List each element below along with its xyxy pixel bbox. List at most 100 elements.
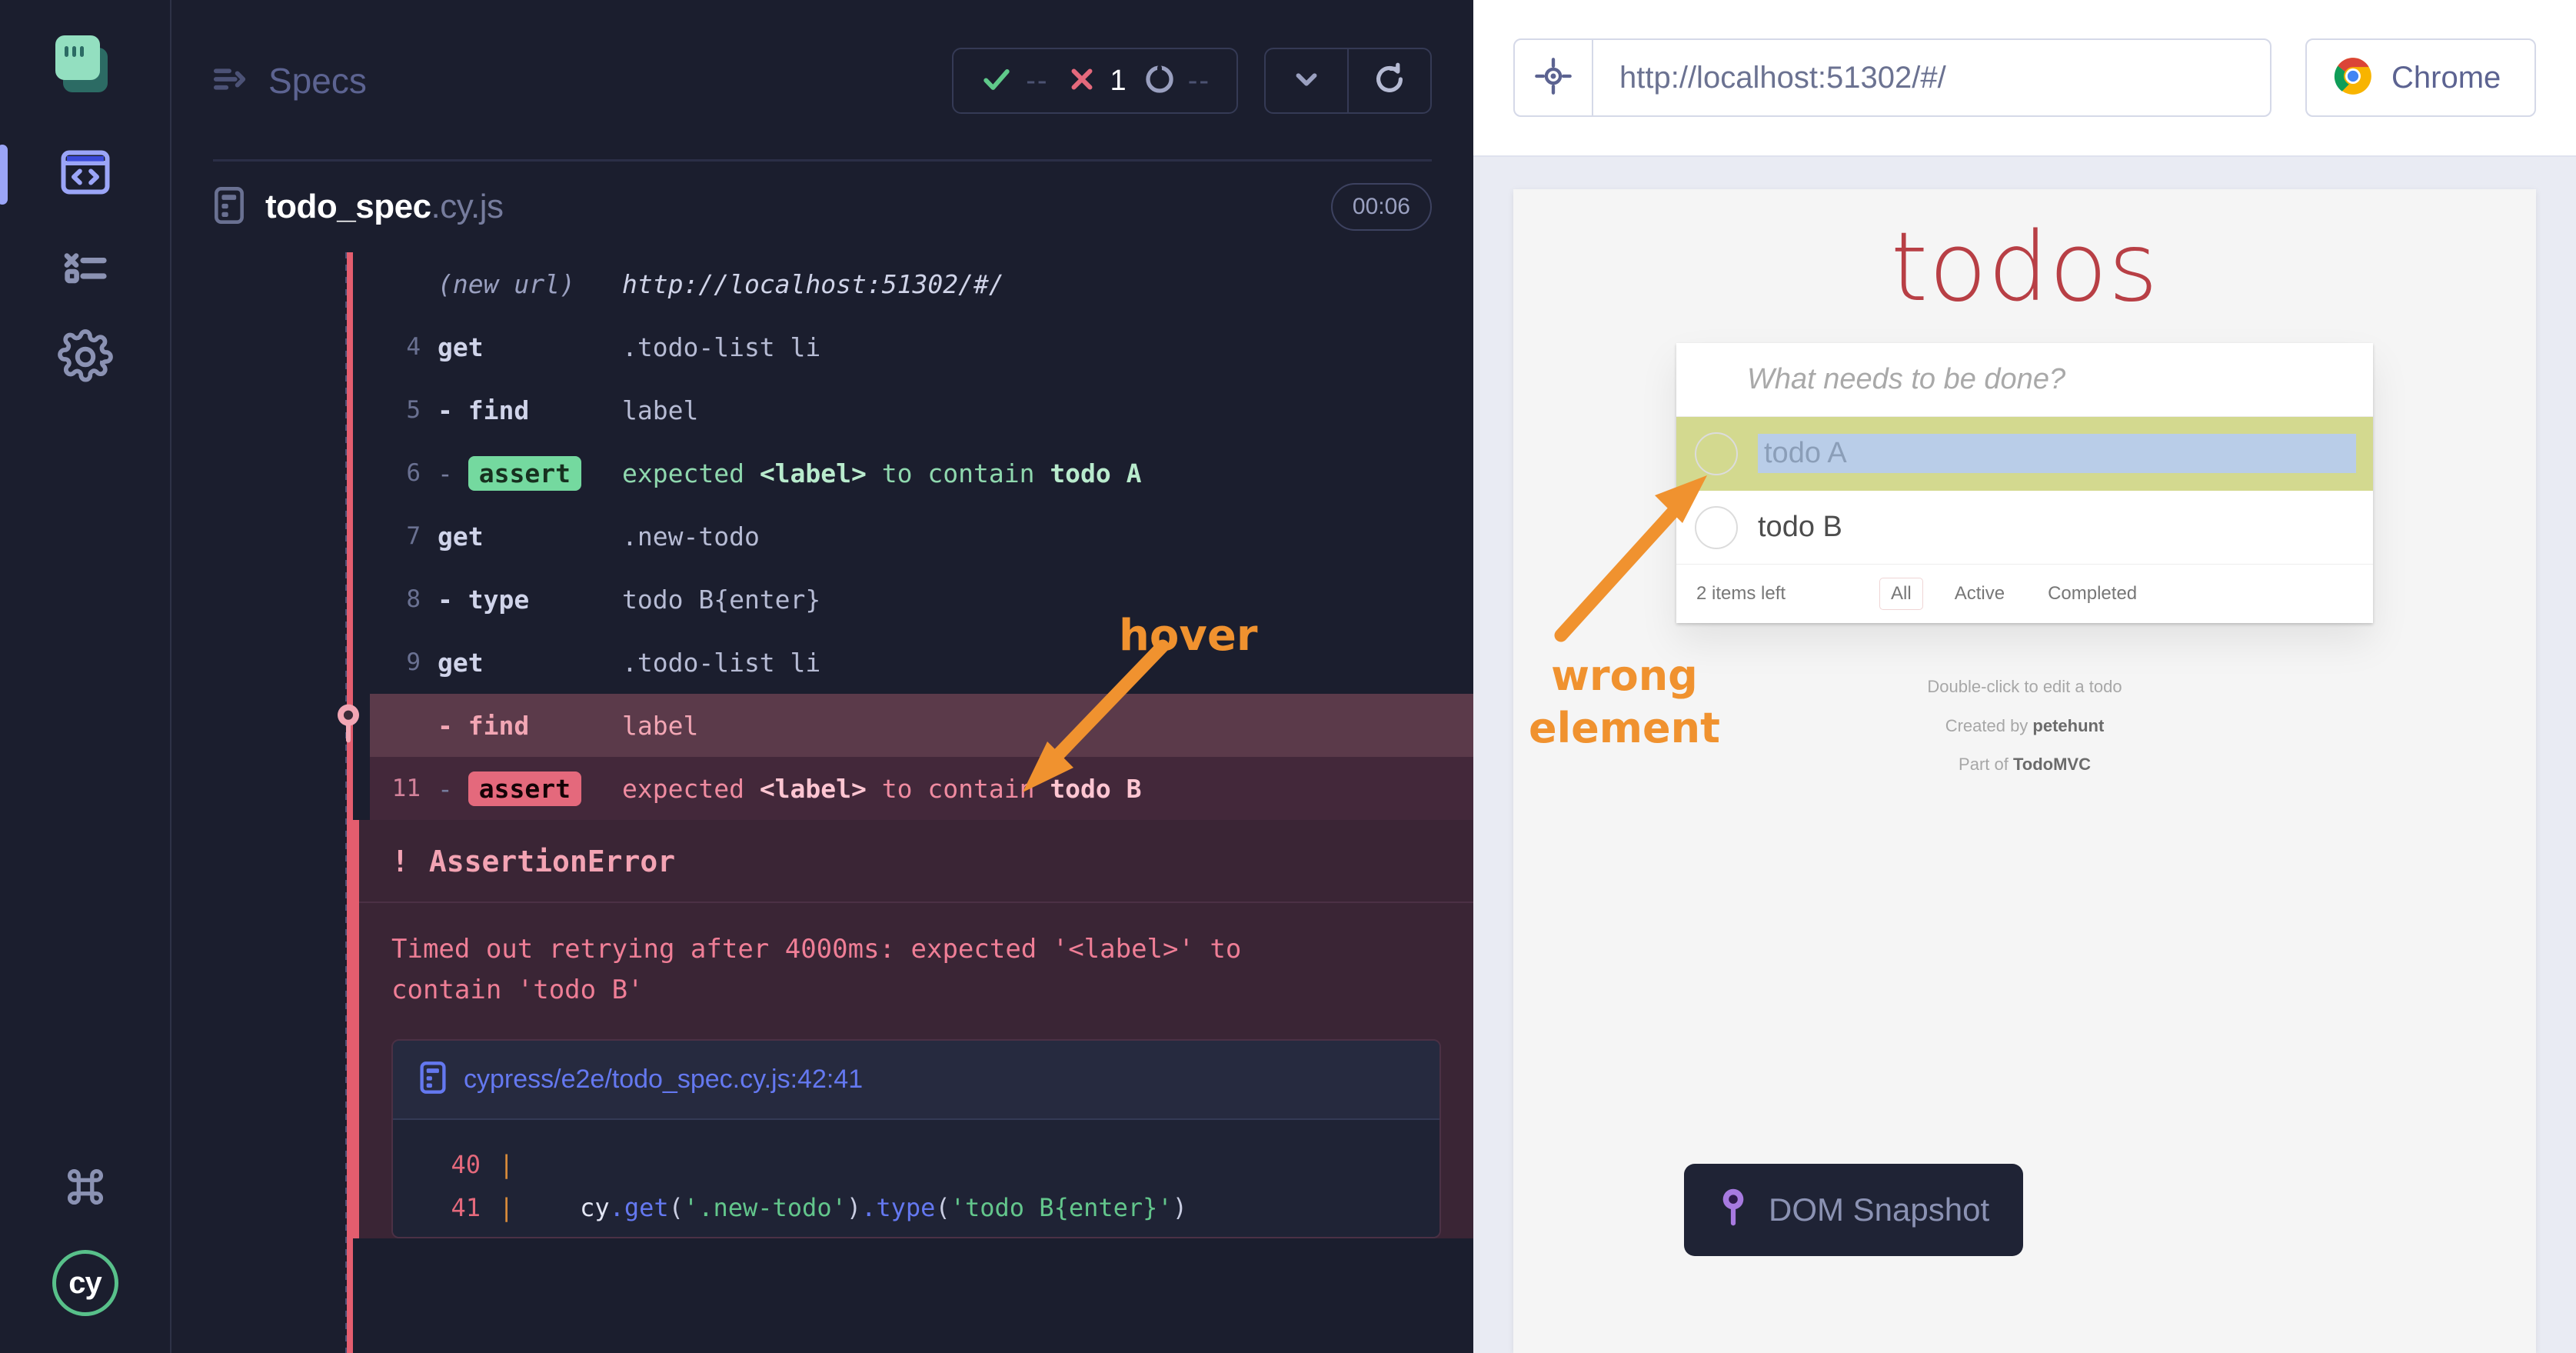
file-icon bbox=[419, 1061, 447, 1098]
circle-icon bbox=[1143, 63, 1176, 99]
stat-failed: 1 bbox=[1066, 63, 1127, 99]
todo-filters: All Active Completed bbox=[1879, 578, 2148, 610]
specs-breadcrumb[interactable]: Specs bbox=[213, 60, 367, 102]
code-line-number: 41 bbox=[411, 1193, 499, 1222]
page-title: Specs bbox=[268, 60, 367, 102]
todo-item-label: todo B bbox=[1758, 511, 1842, 544]
command-row[interactable]: 8 - type todo B{enter} bbox=[370, 568, 1473, 631]
cypress-logo-button[interactable]: cy bbox=[52, 1250, 118, 1316]
code-line-text: cy.get('.new-todo').type('todo B{enter}'… bbox=[535, 1193, 1187, 1222]
reporter-header-right: -- 1 bbox=[952, 48, 1432, 114]
todo-footer: 2 items left All Active Completed bbox=[1676, 565, 2373, 623]
command-method: (new url) bbox=[438, 269, 622, 299]
code-line-bar: | bbox=[499, 1150, 535, 1179]
browser-name: Chrome bbox=[2391, 61, 2501, 95]
todo-toggle-checkbox[interactable] bbox=[1695, 432, 1738, 475]
stat-failed-value: 1 bbox=[1110, 65, 1127, 98]
hover-annotation: hover bbox=[1119, 611, 1257, 661]
todo-app-title: todos bbox=[1513, 189, 2536, 323]
todo-count: 2 items left bbox=[1696, 583, 1786, 605]
command-log: (new url) http://localhost:51302/#/ 4 ge… bbox=[370, 252, 1473, 820]
url-bar[interactable]: http://localhost:51302/#/ bbox=[1513, 38, 2271, 117]
todo-item[interactable]: todo B bbox=[1676, 491, 2373, 565]
command-number: 5 bbox=[370, 396, 438, 424]
command-row-failed[interactable]: 11 - assert expected <label> to contain … bbox=[370, 757, 1473, 820]
todo-toggle-checkbox[interactable] bbox=[1695, 506, 1738, 549]
todo-app: todos What needs to be done? todo A todo… bbox=[1513, 189, 2536, 1353]
spec-file-name: todo_spec.cy.js bbox=[265, 188, 504, 226]
code-line: 41 | cy.get('.new-todo').type('todo B{en… bbox=[411, 1186, 1421, 1229]
aut-stage: todos What needs to be done? todo A todo… bbox=[1473, 157, 2576, 1353]
collapse-button[interactable] bbox=[1266, 49, 1347, 112]
gear-icon bbox=[58, 329, 113, 388]
selector-playground-button[interactable] bbox=[1515, 40, 1593, 115]
command-message: .todo-list li bbox=[622, 648, 820, 678]
file-icon bbox=[213, 186, 245, 228]
command-row[interactable]: 4 get .todo-list li bbox=[370, 315, 1473, 378]
assert-badge: assert bbox=[468, 456, 581, 491]
sidebar-item-runs[interactable] bbox=[0, 220, 170, 312]
stat-pending-value: -- bbox=[1188, 65, 1210, 98]
command-row[interactable]: (new url) http://localhost:51302/#/ bbox=[370, 252, 1473, 315]
filter-completed[interactable]: Completed bbox=[2036, 578, 2148, 610]
todo-item-label: todo A bbox=[1758, 434, 2356, 473]
check-icon bbox=[980, 62, 1013, 100]
todo-item-highlighted[interactable]: todo A bbox=[1676, 417, 2373, 491]
spec-base-name: todo_spec bbox=[265, 188, 431, 225]
code-frame-file-link[interactable]: cypress/e2e/todo_spec.cy.js:42:41 bbox=[464, 1065, 863, 1095]
assert-pre: expected bbox=[622, 774, 760, 804]
failed-test-indicator-bar bbox=[347, 252, 353, 1353]
header-divider bbox=[213, 159, 1432, 162]
code-window-icon bbox=[58, 145, 113, 204]
chevron-down-icon bbox=[1289, 62, 1324, 101]
command-message: .new-todo bbox=[622, 522, 760, 552]
command-row[interactable]: 7 get .new-todo bbox=[370, 505, 1473, 568]
filter-all[interactable]: All bbox=[1879, 578, 1923, 610]
sidebar-item-settings[interactable] bbox=[0, 312, 170, 405]
dom-snapshot-badge: DOM Snapshot bbox=[1684, 1164, 2023, 1256]
nav-rail: cy bbox=[0, 0, 171, 1353]
todo-card: What needs to be done? todo A todo B 2 i… bbox=[1676, 343, 2373, 623]
x-icon bbox=[1066, 63, 1098, 99]
command-key-icon bbox=[58, 1204, 112, 1217]
command-method: get bbox=[438, 332, 622, 362]
command-method: - find bbox=[438, 711, 622, 741]
exclamation-icon: ! bbox=[391, 845, 409, 878]
command-number: 11 bbox=[370, 775, 438, 802]
assert-expected: todo B bbox=[1050, 774, 1141, 804]
wrong-element-line2: element bbox=[1529, 702, 1720, 755]
keyboard-shortcuts-button[interactable] bbox=[58, 1160, 112, 1218]
stat-passed: -- bbox=[980, 62, 1048, 100]
browser-selector[interactable]: Chrome bbox=[2305, 38, 2536, 117]
aut-toolbar: http://localhost:51302/#/ Chrome bbox=[1473, 0, 2576, 157]
cypress-app-logo bbox=[52, 29, 118, 95]
command-log-wrap: (new url) http://localhost:51302/#/ 4 ge… bbox=[171, 252, 1473, 820]
assert-post: to contain bbox=[867, 774, 1050, 804]
reporter-panel: Specs -- bbox=[171, 0, 1473, 1353]
assert-post: to contain bbox=[867, 458, 1050, 488]
sidebar-item-specs[interactable] bbox=[0, 128, 170, 220]
filter-active[interactable]: Active bbox=[1943, 578, 2016, 610]
command-method: - find bbox=[438, 395, 622, 425]
command-message: .todo-list li bbox=[622, 332, 820, 362]
error-title-row: ! AssertionError bbox=[359, 820, 1473, 903]
pin-icon bbox=[1718, 1185, 1749, 1235]
new-todo-input[interactable]: What needs to be done? bbox=[1676, 343, 2373, 417]
code-frame: cypress/e2e/todo_spec.cy.js:42:41 40 | 4… bbox=[391, 1039, 1441, 1238]
code-frame-header: cypress/e2e/todo_spec.cy.js:42:41 bbox=[393, 1041, 1439, 1120]
command-number: 6 bbox=[370, 459, 438, 487]
code-frame-body: 40 | 41 | cy.get('.new-todo').type('todo… bbox=[393, 1120, 1439, 1237]
command-method: - type bbox=[438, 585, 622, 615]
assert-target: <label> bbox=[760, 774, 867, 804]
wrong-element-annotation: wrong element bbox=[1529, 650, 1720, 754]
command-row[interactable]: 9 get .todo-list li bbox=[370, 631, 1473, 694]
command-message: todo B{enter} bbox=[622, 585, 820, 615]
command-row[interactable]: 5 - find label bbox=[370, 378, 1473, 442]
pin-icon bbox=[331, 701, 365, 750]
command-row-hovered[interactable]: - find label bbox=[370, 694, 1473, 757]
error-message: Timed out retrying after 4000ms: expecte… bbox=[359, 903, 1328, 1039]
rerun-button[interactable] bbox=[1349, 49, 1430, 112]
logo-front-shape bbox=[55, 35, 100, 80]
assert-pre: expected bbox=[622, 458, 760, 488]
command-row[interactable]: 6 - assert expected <label> to contain t… bbox=[370, 442, 1473, 505]
